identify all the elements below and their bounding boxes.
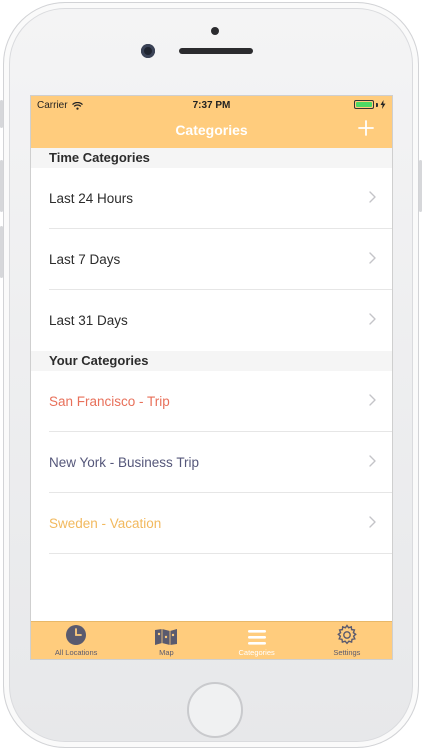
- tab-label: Settings: [333, 648, 361, 657]
- category-row[interactable]: Sweden - Vacation: [31, 493, 392, 554]
- front-camera: [141, 44, 155, 58]
- tab-label: Categories: [238, 648, 275, 657]
- add-category-button[interactable]: [354, 116, 378, 140]
- clock-icon: [66, 625, 87, 645]
- chevron-right-icon: [369, 191, 376, 203]
- tab-bar: All Locations Map Categories Settings: [31, 621, 392, 659]
- category-row[interactable]: New York - Business Trip: [31, 432, 392, 493]
- category-label: San Francisco - Trip: [49, 394, 170, 409]
- category-row[interactable]: Last 7 Days: [31, 229, 392, 290]
- chevron-right-icon: [369, 516, 376, 528]
- app-screen: Carrier 7:37 PM Categories Time Categori…: [30, 95, 393, 660]
- category-label: Last 7 Days: [49, 252, 121, 267]
- chevron-right-icon: [369, 313, 376, 325]
- list-icon: [247, 630, 266, 645]
- earpiece-speaker: [179, 48, 253, 54]
- volume-down-button: [0, 226, 3, 278]
- category-label: Last 31 Days: [49, 313, 128, 328]
- charging-bolt-icon: [380, 100, 386, 109]
- home-button[interactable]: [187, 682, 243, 738]
- chevron-right-icon: [369, 394, 376, 406]
- category-row[interactable]: Last 31 Days: [31, 290, 392, 351]
- status-bar: Carrier 7:37 PM: [31, 96, 392, 114]
- tab-label: Map: [159, 648, 174, 657]
- categories-list: Time Categories Last 24 Hours Last 7 Days L…: [31, 148, 392, 554]
- category-row[interactable]: San Francisco - Trip: [31, 371, 392, 432]
- section-header: Time Categories: [31, 148, 392, 168]
- tab-settings[interactable]: Settings: [302, 622, 392, 659]
- chevron-right-icon: [369, 455, 376, 467]
- proximity-sensor: [211, 27, 219, 35]
- category-label: Last 24 Hours: [49, 191, 134, 206]
- tab-map[interactable]: Map: [121, 622, 211, 659]
- map-icon: [155, 629, 178, 645]
- plus-icon: [358, 120, 374, 136]
- gear-icon: [337, 624, 357, 645]
- section-header: Your Categories: [31, 351, 392, 371]
- category-label: Sweden - Vacation: [49, 516, 162, 531]
- battery-icon: [354, 100, 374, 109]
- mute-switch: [0, 100, 3, 128]
- nav-header: Carrier 7:37 PM Categories: [31, 96, 392, 148]
- tab-label: All Locations: [54, 648, 98, 657]
- volume-up-button: [0, 160, 3, 212]
- status-time: 7:37 PM: [192, 100, 231, 111]
- category-row[interactable]: Last 24 Hours: [31, 168, 392, 229]
- page-title: Categories: [175, 122, 248, 138]
- tab-all-locations[interactable]: All Locations: [31, 622, 121, 659]
- tab-categories[interactable]: Categories: [212, 622, 302, 659]
- battery-indicator: [354, 100, 386, 109]
- chevron-right-icon: [369, 252, 376, 264]
- category-label: New York - Business Trip: [49, 455, 200, 470]
